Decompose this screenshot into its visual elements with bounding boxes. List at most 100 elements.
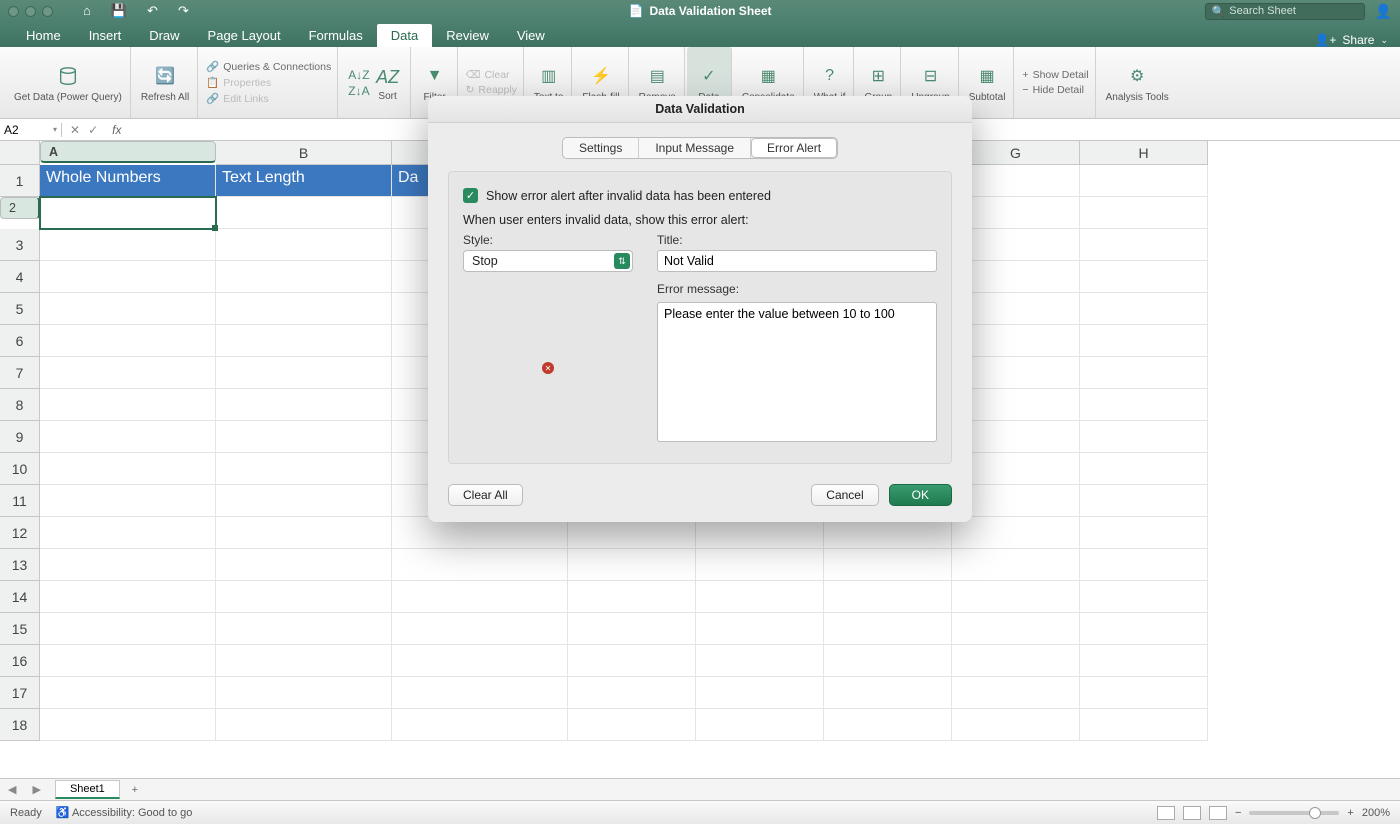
- cell[interactable]: [568, 709, 696, 741]
- row-header[interactable]: 11: [0, 485, 40, 517]
- cell[interactable]: [824, 709, 952, 741]
- row-header[interactable]: 18: [0, 709, 40, 741]
- cell[interactable]: [216, 549, 392, 581]
- select-all-corner[interactable]: [0, 141, 40, 165]
- cell[interactable]: [1080, 485, 1208, 517]
- cell[interactable]: [1080, 229, 1208, 261]
- title-input[interactable]: [657, 250, 937, 272]
- cell[interactable]: [952, 549, 1080, 581]
- cell[interactable]: [40, 229, 216, 261]
- sheet-tab-active[interactable]: Sheet1: [55, 780, 120, 799]
- col-header-B[interactable]: B: [216, 141, 392, 165]
- row-header[interactable]: 5: [0, 293, 40, 325]
- cell[interactable]: [40, 549, 216, 581]
- zoom-out[interactable]: −: [1235, 807, 1241, 819]
- row-header[interactable]: 14: [0, 581, 40, 613]
- dialog-tab-input-message[interactable]: Input Message: [639, 138, 751, 158]
- enter-formula-icon[interactable]: ✓: [88, 123, 98, 137]
- dialog-tab-settings[interactable]: Settings: [563, 138, 639, 158]
- undo-icon[interactable]: ↶: [147, 3, 158, 19]
- home-icon[interactable]: ⌂: [83, 3, 91, 19]
- cell[interactable]: [216, 229, 392, 261]
- cell[interactable]: [1080, 197, 1208, 229]
- cell[interactable]: [40, 261, 216, 293]
- col-header-A[interactable]: A: [40, 141, 216, 163]
- cell[interactable]: [1080, 389, 1208, 421]
- cell[interactable]: [1080, 613, 1208, 645]
- cell[interactable]: [568, 645, 696, 677]
- cell[interactable]: [216, 453, 392, 485]
- cell[interactable]: [824, 613, 952, 645]
- cell[interactable]: [952, 613, 1080, 645]
- cell[interactable]: [40, 197, 216, 229]
- cell[interactable]: [40, 613, 216, 645]
- save-icon[interactable]: 💾: [111, 3, 127, 19]
- tab-review[interactable]: Review: [432, 24, 503, 47]
- cell[interactable]: [40, 357, 216, 389]
- properties-button[interactable]: 📋Properties: [206, 76, 331, 89]
- cell[interactable]: [216, 421, 392, 453]
- tab-draw[interactable]: Draw: [135, 24, 193, 47]
- hide-detail[interactable]: −Hide Detail: [1022, 84, 1088, 96]
- cell[interactable]: [216, 677, 392, 709]
- row-header[interactable]: 15: [0, 613, 40, 645]
- cell[interactable]: [568, 613, 696, 645]
- get-data-button[interactable]: Get Data (Power Query): [6, 47, 131, 118]
- zoom-in[interactable]: +: [1347, 807, 1353, 819]
- normal-view-icon[interactable]: [1157, 806, 1175, 820]
- tab-page-layout[interactable]: Page Layout: [194, 24, 295, 47]
- row-header[interactable]: 10: [0, 453, 40, 485]
- cell[interactable]: [216, 581, 392, 613]
- cell[interactable]: [1080, 549, 1208, 581]
- cell[interactable]: [40, 581, 216, 613]
- cell[interactable]: [216, 485, 392, 517]
- cell[interactable]: [696, 549, 824, 581]
- clear-filter[interactable]: ⌫Clear: [466, 69, 517, 81]
- row-header[interactable]: 13: [0, 549, 40, 581]
- analysis-tools[interactable]: ⚙Analysis Tools: [1098, 47, 1177, 118]
- cell[interactable]: [1080, 645, 1208, 677]
- row-header[interactable]: 1: [0, 165, 40, 197]
- cell[interactable]: [216, 517, 392, 549]
- cell[interactable]: [216, 325, 392, 357]
- sheet-nav-prev[interactable]: ◀: [0, 783, 24, 796]
- cell[interactable]: [696, 613, 824, 645]
- cell[interactable]: [216, 293, 392, 325]
- cell[interactable]: [824, 677, 952, 709]
- cell[interactable]: [952, 581, 1080, 613]
- cell[interactable]: [40, 677, 216, 709]
- row-header[interactable]: 12: [0, 517, 40, 549]
- cell[interactable]: [392, 709, 568, 741]
- close-window[interactable]: [8, 6, 19, 17]
- redo-icon[interactable]: ↷: [178, 3, 189, 19]
- cell[interactable]: [216, 197, 392, 229]
- row-header[interactable]: 17: [0, 677, 40, 709]
- dialog-tab-error-alert[interactable]: Error Alert: [751, 138, 837, 158]
- cell[interactable]: [824, 581, 952, 613]
- row-header[interactable]: 8: [0, 389, 40, 421]
- edit-links-button[interactable]: 🔗Edit Links: [206, 92, 331, 105]
- cell[interactable]: [696, 709, 824, 741]
- cell[interactable]: [1080, 581, 1208, 613]
- cell[interactable]: [568, 549, 696, 581]
- cell[interactable]: [1080, 293, 1208, 325]
- zoom-value[interactable]: 200%: [1362, 807, 1390, 819]
- zoom-slider[interactable]: [1249, 811, 1339, 815]
- user-icon[interactable]: 👤: [1375, 3, 1392, 20]
- minimize-window[interactable]: [25, 6, 36, 17]
- cell[interactable]: [952, 709, 1080, 741]
- page-break-view-icon[interactable]: [1209, 806, 1227, 820]
- clear-all-button[interactable]: Clear All: [448, 484, 523, 506]
- row-header[interactable]: 3: [0, 229, 40, 261]
- cell[interactable]: [216, 389, 392, 421]
- sort-desc-icon[interactable]: Z↓A: [348, 84, 369, 98]
- ok-button[interactable]: OK: [889, 484, 952, 506]
- tab-home[interactable]: Home: [12, 24, 75, 47]
- refresh-all-button[interactable]: 🔄 Refresh All: [133, 47, 198, 118]
- cell[interactable]: [40, 293, 216, 325]
- search-sheet[interactable]: 🔍 Search Sheet: [1205, 3, 1365, 20]
- style-select[interactable]: Stop ⇅: [463, 250, 633, 272]
- cell[interactable]: [40, 645, 216, 677]
- row-header[interactable]: 16: [0, 645, 40, 677]
- zoom-window[interactable]: [42, 6, 53, 17]
